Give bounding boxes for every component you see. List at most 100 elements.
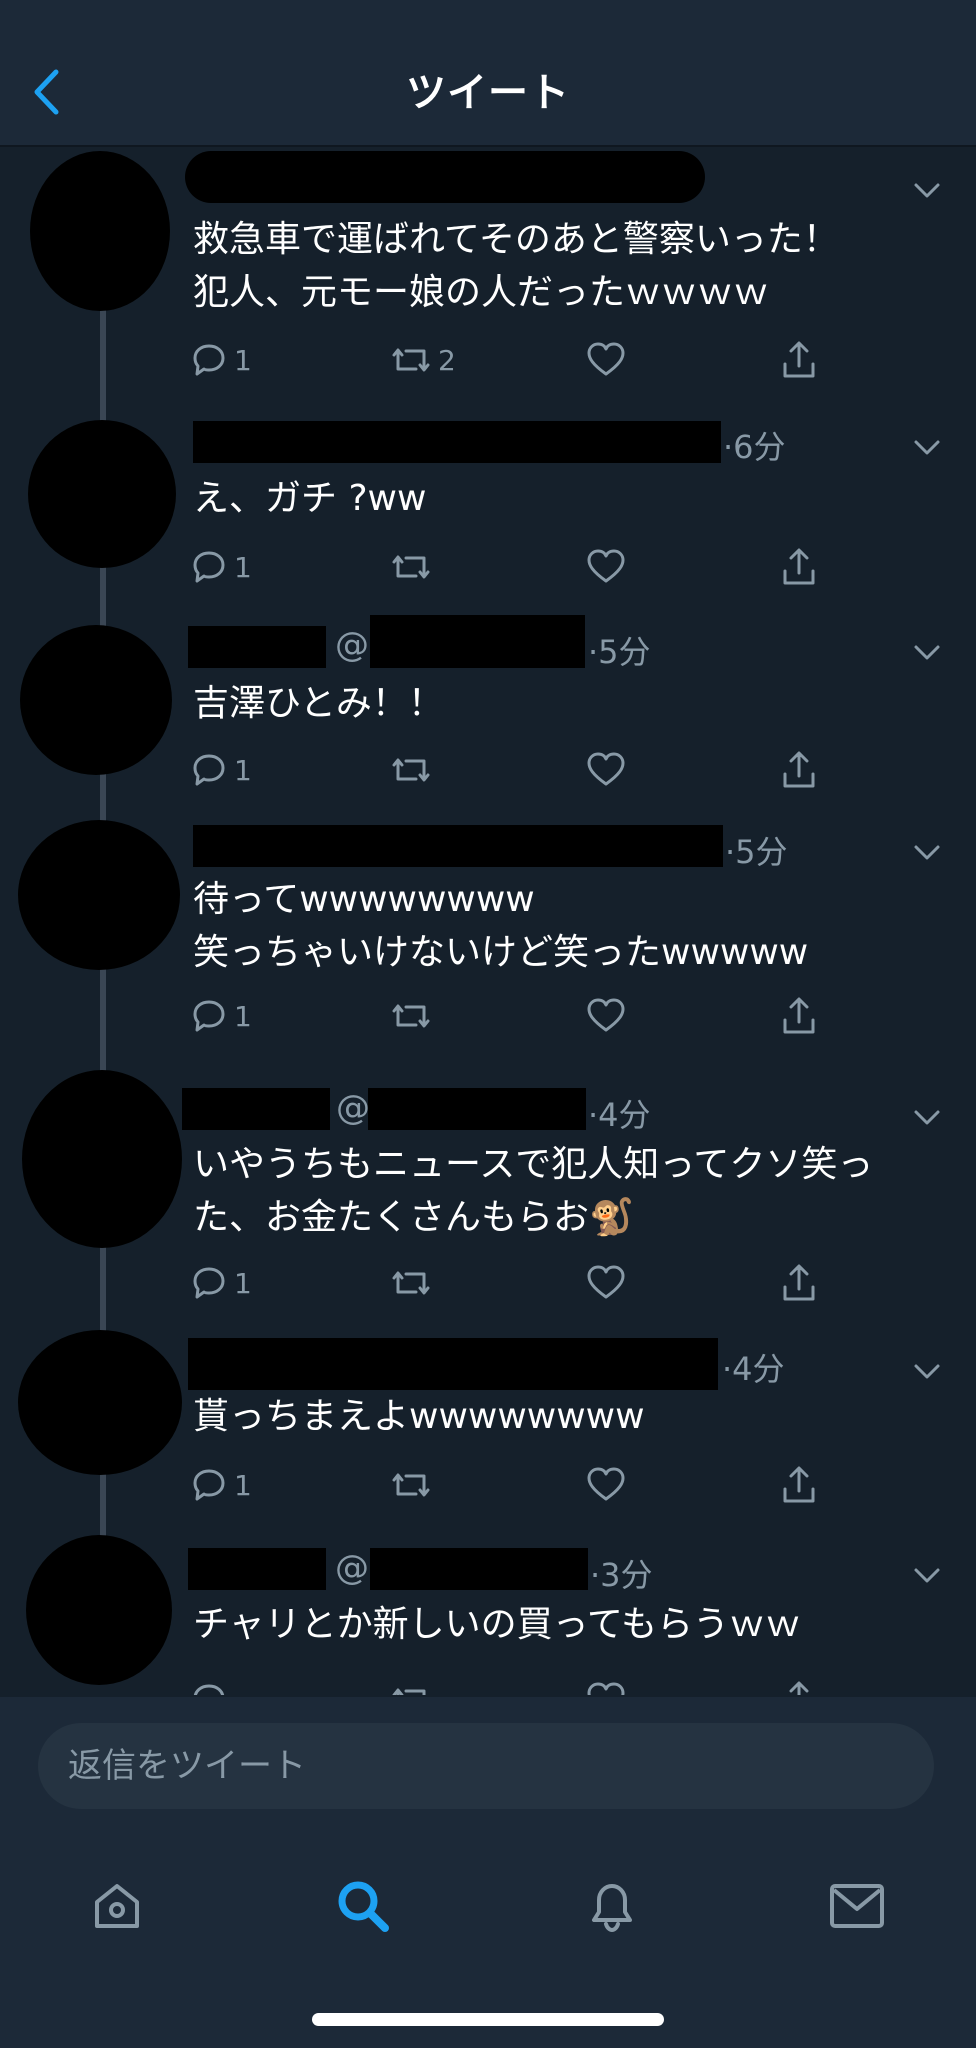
share-icon (783, 751, 815, 788)
avatar[interactable] (26, 1535, 172, 1685)
heart-icon (587, 1467, 625, 1501)
chevron-down-icon[interactable] (912, 637, 942, 667)
like-button[interactable] (586, 1675, 626, 1695)
avatar[interactable] (20, 625, 172, 775)
tab-search[interactable] (328, 1871, 398, 1941)
reply-icon (193, 1469, 225, 1501)
share-button[interactable] (780, 1258, 818, 1308)
retweet-button[interactable]: 2 (390, 335, 456, 385)
tweet-time: ·5分 (588, 633, 651, 671)
tweet[interactable]: @ ·3分 チャリとか新しいの買ってもらうｗｗ (0, 1530, 976, 1695)
like-button[interactable] (586, 1258, 626, 1308)
avatar[interactable] (30, 151, 170, 311)
share-button[interactable] (780, 991, 818, 1041)
reply-count: 1 (234, 1468, 252, 1502)
avatar[interactable] (18, 1330, 182, 1475)
tweet[interactable]: ·6分 え、ガチ ?ww 1 (0, 410, 976, 615)
reply-count: 1 (234, 550, 252, 584)
tweet[interactable]: ·5分 待ってwwwwwwww 笑っちゃいけないけど笑ったwwwww 1 (0, 815, 976, 1070)
tweet-thread[interactable]: 救急車で運ばれてそのあと警察いった！ 犯人、元モー娘の人だったｗｗｗｗ 1 2 … (0, 145, 976, 1695)
tweet[interactable]: @ ·4分 いやうちもニュースで犯人知ってクソ笑った、お金たくさんもらお🐒 1 (0, 1070, 976, 1330)
tweet-actions: 1 2 (190, 335, 890, 385)
chevron-down-icon[interactable] (912, 432, 942, 462)
tweet-text: 救急車で運ばれてそのあと警察いった！ 犯人、元モー娘の人だったｗｗｗｗ (193, 219, 839, 313)
heart-icon (587, 342, 625, 376)
reply-button[interactable]: 1 (190, 745, 252, 795)
heart-icon (587, 549, 625, 583)
like-button[interactable] (586, 335, 626, 385)
redacted-handle (370, 615, 585, 668)
redacted-display-name (188, 1548, 326, 1590)
retweet-button[interactable] (390, 1675, 432, 1695)
tab-notifications[interactable] (577, 1871, 647, 1941)
reply-button[interactable]: 1 (190, 1258, 252, 1308)
reply-button[interactable]: 1 (190, 1460, 252, 1510)
reply-button[interactable]: 1 (190, 335, 252, 385)
reply-icon (193, 1684, 225, 1695)
chevron-down-icon[interactable] (912, 1560, 942, 1590)
heart-icon (587, 1682, 625, 1695)
redacted-handle (368, 1088, 586, 1130)
chevron-down-icon[interactable] (912, 1356, 942, 1386)
retweet-icon (392, 1004, 430, 1028)
chevron-down-icon[interactable] (912, 1102, 942, 1132)
redacted-username (193, 421, 721, 463)
reply-input[interactable]: 返信をツイート (38, 1723, 934, 1809)
handle-prefix: @ (335, 625, 369, 665)
search-icon (338, 1881, 389, 1932)
handle-prefix: @ (335, 1548, 369, 1588)
reply-count: 1 (234, 1266, 252, 1300)
share-button[interactable] (780, 335, 818, 385)
share-icon (783, 997, 815, 1034)
redacted-display-name (182, 1088, 330, 1130)
retweet-button[interactable] (390, 745, 432, 795)
like-button[interactable] (586, 745, 626, 795)
redacted-username (193, 825, 723, 867)
chevron-down-icon[interactable] (912, 175, 942, 205)
retweet-button[interactable] (390, 1460, 432, 1510)
tweet[interactable]: @ ·5分 吉澤ひとみ！！ 1 (0, 615, 976, 815)
redacted-username (188, 1338, 718, 1390)
avatar[interactable] (22, 1070, 182, 1248)
retweet-button[interactable] (390, 1258, 432, 1308)
like-button[interactable] (586, 1460, 626, 1510)
reply-icon (193, 1267, 225, 1299)
tab-messages[interactable] (822, 1871, 892, 1941)
redacted-display-name (188, 626, 326, 668)
like-button[interactable] (586, 991, 626, 1041)
retweet-button[interactable] (390, 991, 432, 1041)
reply-button[interactable]: 1 (190, 542, 252, 592)
reply-icon (193, 551, 225, 583)
avatar[interactable] (18, 820, 180, 970)
tweet[interactable]: ·4分 貰っちまえよwwwwwwww 1 (0, 1330, 976, 1530)
tweet-text: 貰っちまえよwwwwwwww (193, 1396, 645, 1437)
header: ツイート (0, 0, 976, 147)
share-button[interactable] (780, 542, 818, 592)
retweet-count: 2 (438, 343, 456, 377)
tweet-actions: 1 (190, 1258, 890, 1308)
share-button[interactable] (780, 1675, 818, 1695)
like-button[interactable] (586, 542, 626, 592)
reply-button[interactable] (190, 1675, 228, 1695)
tweet-actions: 1 (190, 542, 890, 592)
share-icon (783, 548, 815, 585)
share-button[interactable] (780, 745, 818, 795)
home-indicator (312, 2013, 664, 2026)
tweet-text: え、ガチ ?ww (193, 478, 427, 519)
chevron-down-icon[interactable] (912, 837, 942, 867)
handle-prefix: @ (336, 1088, 370, 1128)
tweet-actions (190, 1675, 890, 1695)
tab-home[interactable] (82, 1871, 152, 1941)
share-button[interactable] (780, 1460, 818, 1510)
retweet-icon (392, 1688, 426, 1695)
retweet-button[interactable] (390, 542, 432, 592)
reply-button[interactable]: 1 (190, 991, 252, 1041)
share-icon (789, 1681, 809, 1695)
tweet[interactable]: 救急車で運ばれてそのあと警察いった！ 犯人、元モー娘の人だったｗｗｗｗ 1 2 (0, 145, 976, 410)
tweet-time: ·6分 (723, 428, 786, 466)
retweet-icon (392, 758, 430, 782)
retweet-icon (392, 555, 430, 579)
avatar[interactable] (28, 420, 176, 568)
messages-icon (830, 1884, 884, 1928)
heart-icon (587, 998, 625, 1032)
